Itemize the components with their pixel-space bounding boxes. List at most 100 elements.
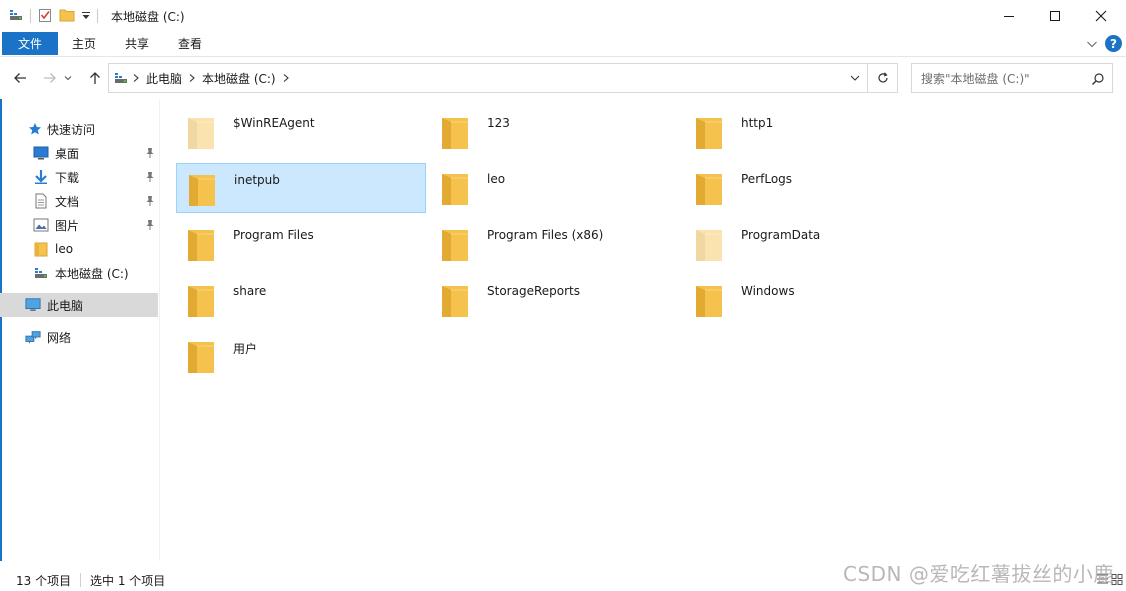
picture-icon [33,217,49,233]
customize-dropdown-icon[interactable] [81,7,91,26]
status-divider [80,573,81,587]
file-item[interactable]: leo [430,163,680,213]
drive-icon [113,70,129,86]
sidebar-item-this-pc[interactable]: 此电脑 [0,293,158,317]
file-item[interactable]: PerfLogs [684,163,934,213]
folder-icon [33,241,49,257]
sidebar-item-documents[interactable]: 文档 [0,189,158,213]
search-input[interactable]: 搜索"本地磁盘 (C:)" [911,63,1113,93]
recent-locations-button[interactable] [62,68,74,88]
arrow-left-icon [14,73,26,83]
search-placeholder: 搜索"本地磁盘 (C:)" [921,71,1030,86]
maximize-button[interactable] [1032,0,1078,31]
properties-icon[interactable] [37,7,53,26]
desktop-icon [33,145,49,161]
chevron-right-icon[interactable] [185,73,199,83]
back-button[interactable] [10,68,30,88]
folder-icon [186,340,216,374]
pin-icon[interactable] [144,147,156,159]
ribbon-tabs: 文件 主页 共享 查看 ? [0,31,1126,57]
forward-button[interactable] [40,68,60,88]
sidebar-item-leo[interactable]: leo [0,237,158,261]
title-bar: 本地磁盘 (C:) [0,0,1126,31]
file-item[interactable]: inetpub [176,163,426,213]
sidebar-item-quick-access[interactable]: 快速访问 [0,117,158,141]
tab-home[interactable]: 主页 [72,35,96,52]
refresh-icon [877,72,888,83]
file-name: Program Files [233,228,314,242]
sidebar-item-label: leo [55,242,74,256]
chevron-right-icon[interactable] [279,73,293,83]
minimize-button[interactable] [986,0,1032,31]
pin-icon[interactable] [144,195,156,207]
tab-share[interactable]: 共享 [125,35,149,52]
quick-access-toolbar [8,6,98,26]
qat-separator [97,9,98,23]
chevron-down-icon [850,75,860,81]
chevron-down-icon [64,76,72,81]
address-bar[interactable]: 此电脑 本地磁盘 (C:) [108,63,868,93]
file-item[interactable]: share [176,275,426,325]
tab-file[interactable]: 文件 [2,32,58,55]
up-button[interactable] [85,68,105,88]
drive-icon [33,265,49,281]
chevron-down-icon [1087,41,1097,48]
sidebar-item-downloads[interactable]: 下载 [0,165,158,189]
expand-ribbon-button[interactable] [1085,37,1099,51]
folder-icon [694,172,724,206]
help-icon[interactable]: ? [1105,35,1122,52]
sidebar-item-label: 图片 [55,218,80,233]
address-dropdown-button[interactable] [849,72,861,84]
window-title: 本地磁盘 (C:) [111,10,185,24]
search-icon[interactable] [1091,72,1105,86]
sidebar-item-label: 桌面 [55,146,80,161]
navigation-bar: 此电脑 本地磁盘 (C:) 搜索"本地磁盘 (C:)" [0,57,1126,99]
sidebar-item-label: 快速访问 [47,122,96,137]
sidebar-item-desktop[interactable]: 桌面 [0,141,158,165]
sidebar-item-label: 本地磁盘 (C:) [55,266,129,281]
pin-icon[interactable] [144,219,156,231]
breadcrumb-local-disk[interactable]: 本地磁盘 (C:) [202,70,276,87]
sidebar-item-pictures[interactable]: 图片 [0,213,158,237]
file-item[interactable]: $WinREAgent [176,107,426,157]
network-icon [25,329,41,345]
breadcrumb-this-pc[interactable]: 此电脑 [146,70,182,87]
folder-icon [440,172,470,206]
sidebar-item-local-disk[interactable]: 本地磁盘 (C:) [0,261,158,285]
new-folder-icon[interactable] [59,7,75,26]
file-item[interactable]: http1 [684,107,934,157]
file-name: 123 [487,116,510,130]
chevron-right-icon[interactable] [129,73,143,83]
folder-icon [694,116,724,150]
folder-icon [186,284,216,318]
file-item[interactable]: StorageReports [430,275,680,325]
sidebar-item-label: 网络 [47,330,72,345]
file-item[interactable]: Windows [684,275,934,325]
minimize-icon [1004,15,1014,17]
sidebar-item-network[interactable]: 网络 [0,325,158,349]
folder-icon [186,228,216,262]
close-button[interactable] [1078,0,1124,31]
folder-icon [440,116,470,150]
tab-view[interactable]: 查看 [178,35,202,52]
folder-icon [187,173,217,207]
drive-icon [8,7,24,26]
file-item[interactable]: Program Files (x86) [430,219,680,269]
folder-icon [694,228,724,262]
folder-icon [186,116,216,150]
file-item[interactable]: 用户 [176,331,426,381]
refresh-button[interactable] [868,63,898,93]
file-name: leo [487,172,506,186]
file-item[interactable]: ProgramData [684,219,934,269]
file-name: http1 [741,116,774,130]
file-item[interactable]: Program Files [176,219,426,269]
file-name: PerfLogs [741,172,793,186]
navigation-pane: 快速访问 桌面 下载 文档 图片 leo 本地磁盘 (C:) 此电脑 网络 [0,99,160,561]
file-name: StorageReports [487,284,580,298]
arrow-right-icon [44,73,56,83]
file-item[interactable]: 123 [430,107,680,157]
sidebar-item-label: 下载 [55,170,80,185]
pin-icon[interactable] [144,171,156,183]
file-name: 用户 [233,342,258,356]
star-icon [27,121,43,137]
